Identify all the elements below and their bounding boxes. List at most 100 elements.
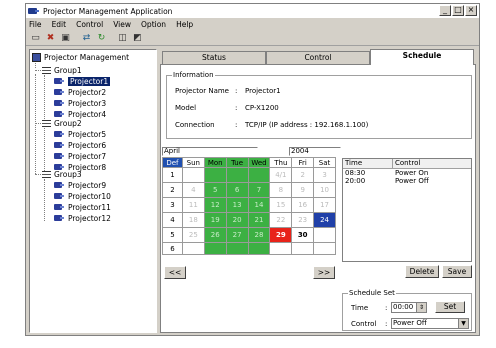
close-button[interactable]: ×	[465, 5, 477, 16]
cal-day[interactable]: 18	[181, 212, 205, 228]
menu-edit[interactable]: Edit	[52, 20, 67, 29]
tab-schedule[interactable]: Schedule	[370, 49, 474, 65]
cal-day[interactable]: 2	[291, 167, 315, 183]
cal-day[interactable]	[225, 242, 249, 255]
cal-day[interactable]	[247, 242, 271, 255]
cal-day[interactable]	[313, 242, 336, 255]
year-field[interactable]: 2004	[289, 147, 341, 156]
menu-view[interactable]: View	[113, 20, 131, 29]
cal-day[interactable]: 21	[247, 212, 271, 228]
control-icon[interactable]: ◫	[116, 32, 129, 44]
tree-item-projector9[interactable]: Projector9	[54, 180, 106, 190]
cal-day[interactable]	[203, 242, 227, 255]
next-month-button[interactable]: >>	[313, 266, 335, 279]
model-label: Model	[175, 104, 197, 112]
tree-item-projector7[interactable]: Projector7	[54, 151, 106, 161]
tree-item-projector10[interactable]: Projector10	[54, 191, 111, 201]
connect-icon[interactable]: ⇄	[80, 32, 93, 44]
list-item[interactable]: 08:30 Power On	[343, 169, 471, 177]
spinner-arrows-icon[interactable]: ⇕	[416, 303, 426, 312]
tree-item-projector1[interactable]: Projector1	[54, 76, 111, 86]
cal-day[interactable]: 4/1	[269, 167, 293, 183]
cal-day[interactable]: 25	[181, 227, 205, 243]
tab-status[interactable]: Status	[162, 51, 266, 64]
new-icon[interactable]: ▭	[29, 32, 42, 44]
cal-day[interactable]	[181, 242, 205, 255]
cal-day[interactable]: 19	[203, 212, 227, 228]
cal-day[interactable]: 16	[291, 197, 315, 213]
col-time: Time	[343, 159, 393, 168]
maximize-button[interactable]: □	[452, 5, 464, 16]
cal-day[interactable]	[203, 167, 227, 183]
cal-day-today[interactable]: 29	[269, 227, 293, 243]
minimize-button[interactable]: _	[439, 5, 451, 16]
properties-icon[interactable]: ▣	[59, 32, 72, 44]
cal-day[interactable]: 17	[313, 197, 336, 213]
set-button[interactable]: Set	[435, 301, 465, 313]
control-select[interactable]: Power Off ▼	[391, 318, 469, 329]
cal-day[interactable]	[313, 227, 336, 243]
cal-day[interactable]: 4	[181, 182, 205, 198]
tree-item-projector2[interactable]: Projector2	[54, 87, 106, 97]
time-spinner[interactable]: 00:00 ⇕	[391, 302, 427, 313]
cal-day[interactable]: 23	[291, 212, 315, 228]
cal-day[interactable]: 3	[313, 167, 336, 183]
cal-day[interactable]: 13	[225, 197, 249, 213]
schedule-list-header: Time Control	[343, 159, 471, 169]
list-item[interactable]: 20:00 Power Off	[343, 177, 471, 185]
cal-day[interactable]: 7	[247, 182, 271, 198]
cal-day[interactable]: 8	[269, 182, 293, 198]
cal-day[interactable]	[247, 167, 271, 183]
cal-day[interactable]	[225, 167, 249, 183]
projector-icon	[54, 88, 65, 96]
cal-week-num: 5	[162, 227, 183, 243]
monitor-icon[interactable]: ◩	[131, 32, 144, 44]
information-title: Information	[172, 71, 215, 79]
tree-item-projector5[interactable]: Projector5	[54, 129, 106, 139]
cal-day[interactable]: 14	[247, 197, 271, 213]
cal-day[interactable]: 10	[313, 182, 336, 198]
cal-day[interactable]	[181, 167, 205, 183]
cal-day[interactable]: 22	[269, 212, 293, 228]
chevron-down-icon[interactable]: ▼	[458, 319, 468, 328]
schedule-list[interactable]: Time Control 08:30 Power On 20:00 Power …	[342, 158, 472, 262]
cal-day-selected[interactable]: 24	[313, 212, 336, 228]
tree-root[interactable]: Projector Management	[32, 52, 129, 62]
cal-day[interactable]: 30	[291, 227, 315, 243]
menu-file[interactable]: File	[29, 20, 42, 29]
tree-group-3[interactable]: Group3	[42, 169, 82, 179]
tab-control[interactable]: Control	[266, 51, 370, 64]
connection-label: Connection	[175, 121, 215, 129]
cal-day[interactable]: 27	[225, 227, 249, 243]
tree-item-projector12[interactable]: Projector12	[54, 213, 111, 223]
cal-day[interactable]: 15	[269, 197, 293, 213]
tree-item-projector3[interactable]: Projector3	[54, 98, 106, 108]
delete-button[interactable]: Delete	[405, 265, 439, 278]
cal-day[interactable]	[269, 242, 293, 255]
tree-item-projector6[interactable]: Projector6	[54, 140, 106, 150]
cal-header-sun: Sun	[181, 157, 205, 168]
cal-day[interactable]: 20	[225, 212, 249, 228]
menu-control[interactable]: Control	[76, 20, 103, 29]
cal-day[interactable]: 11	[181, 197, 205, 213]
cal-day[interactable]: 26	[203, 227, 227, 243]
time-label: Time	[351, 304, 369, 312]
tree-item-projector11[interactable]: Projector11	[54, 202, 111, 212]
tree-group-1[interactable]: Group1	[42, 65, 82, 75]
cal-day[interactable]: 9	[291, 182, 315, 198]
delete-icon[interactable]: ✖	[44, 32, 57, 44]
prev-month-button[interactable]: <<	[164, 266, 186, 279]
cal-day[interactable]: 12	[203, 197, 227, 213]
group-icon	[42, 66, 51, 74]
cal-header-fri: Fri	[291, 157, 315, 168]
cal-day[interactable]: 28	[247, 227, 271, 243]
month-field[interactable]: April	[162, 147, 258, 156]
tree-group-2[interactable]: Group2	[42, 118, 82, 128]
cal-day[interactable]: 6	[225, 182, 249, 198]
menu-option[interactable]: Option	[141, 20, 166, 29]
cal-day[interactable]	[291, 242, 315, 255]
refresh-icon[interactable]: ↻	[95, 32, 108, 44]
save-button[interactable]: Save	[442, 265, 472, 278]
menu-help[interactable]: Help	[176, 20, 193, 29]
cal-day[interactable]: 5	[203, 182, 227, 198]
